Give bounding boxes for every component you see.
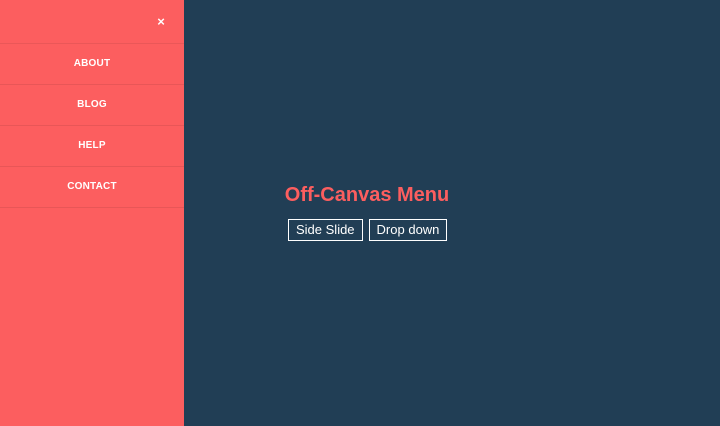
menu-item-help[interactable]: HELP (0, 126, 184, 167)
menu-item-contact[interactable]: CONTACT (0, 167, 184, 208)
page-title: Off-Canvas Menu (284, 184, 450, 206)
drop-down-button[interactable]: Drop down (368, 219, 448, 241)
side-slide-button[interactable]: Side Slide (288, 219, 363, 241)
menu-item-about[interactable]: ABOUT (0, 44, 184, 85)
menu-item-blog[interactable]: BLOG (0, 85, 184, 126)
menu-header: × (0, 0, 184, 44)
main-content: Off-Canvas Menu Side Slide Drop down (184, 0, 720, 426)
menu-nav: ABOUT BLOG HELP CONTACT (0, 44, 184, 208)
close-icon[interactable]: × (154, 15, 168, 29)
demo-button-group: Side Slide Drop down (288, 219, 448, 241)
offcanvas-menu: × ABOUT BLOG HELP CONTACT (0, 0, 184, 426)
